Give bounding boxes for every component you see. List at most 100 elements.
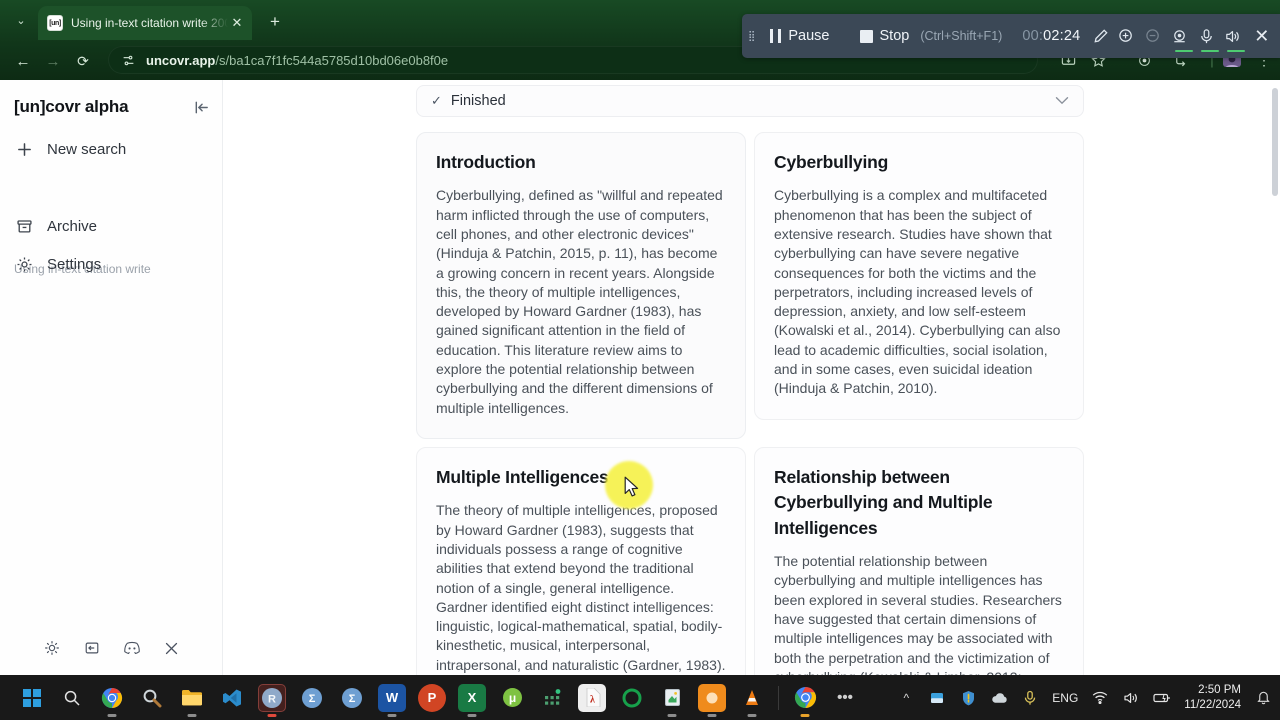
- sidebar-brand-row: [un]covr alpha: [14, 92, 210, 122]
- app-running-dot: [800, 713, 810, 717]
- tab-search-chevron-icon[interactable]: ⌄: [8, 6, 34, 34]
- stop-icon: [859, 29, 873, 43]
- powerpoint-icon[interactable]: P: [418, 683, 446, 712]
- sidebar-item-archive[interactable]: Archive: [14, 212, 97, 240]
- notepad-icon[interactable]: [658, 684, 686, 717]
- sidebar-item-label: Settings: [47, 255, 102, 273]
- onedrive-icon[interactable]: [928, 689, 946, 707]
- r-studio-icon[interactable]: R: [258, 683, 286, 717]
- section-card[interactable]: Cyberbullying Cyberbullying is a complex…: [754, 132, 1084, 420]
- security-icon[interactable]: [959, 689, 977, 707]
- section-card[interactable]: Relationship between Cyberbullying and M…: [754, 446, 1084, 675]
- file-explorer-icon[interactable]: [178, 684, 206, 717]
- chevron-down-icon[interactable]: [1055, 94, 1069, 108]
- app-running-dot: [387, 713, 397, 717]
- start-button[interactable]: [18, 684, 46, 712]
- discord-icon[interactable]: [121, 637, 143, 659]
- recorder-stop-label: Stop: [879, 28, 910, 44]
- card-body: The theory of multiple intelligences, pr…: [436, 502, 726, 673]
- archive-icon: [14, 218, 34, 235]
- plus-icon: [14, 141, 34, 158]
- webcam-icon[interactable]: [1170, 14, 1193, 58]
- webcam-active-underline: [1174, 49, 1193, 52]
- screen-root: ⌄ [un] Using in-text citation write 200 …: [0, 0, 1280, 720]
- app-running-dot: [107, 713, 117, 717]
- taskbar-search-icon[interactable]: [58, 684, 86, 712]
- forward-button[interactable]: →: [40, 48, 66, 74]
- gear-icon: [14, 256, 34, 273]
- recorder-timer: 00:02:24: [1022, 28, 1080, 44]
- windows-logo-icon: [23, 688, 41, 707]
- recorder-timer-hours: 00:: [1022, 28, 1044, 44]
- clock-date: 11/22/2024: [1184, 698, 1241, 711]
- scrollbar-thumb[interactable]: [1272, 88, 1278, 196]
- reload-button[interactable]: ⟳: [70, 48, 96, 74]
- recorder-stop-button[interactable]: Stop (Ctrl+Shift+F1): [852, 14, 1011, 58]
- pen-icon[interactable]: [1090, 14, 1110, 58]
- utorrent-icon[interactable]: μ: [498, 684, 526, 712]
- adobe-reader-icon[interactable]: λ: [578, 683, 606, 712]
- new-tab-button[interactable]: +: [262, 9, 288, 35]
- chrome-icon[interactable]: [98, 684, 126, 717]
- zoom-in-icon[interactable]: [1117, 14, 1137, 58]
- taskbar-clock[interactable]: 2:50 PM 11/22/2024: [1184, 683, 1241, 713]
- logout-icon[interactable]: [81, 637, 103, 659]
- site-settings-icon[interactable]: [120, 52, 136, 68]
- mendeley-icon[interactable]: [618, 684, 646, 712]
- section-card[interactable]: Multiple Intelligences The theory of mul…: [416, 446, 746, 675]
- page-scrollbar[interactable]: [1270, 80, 1280, 675]
- taskbar-overflow-icon[interactable]: •••: [831, 684, 859, 712]
- vlc-icon[interactable]: [738, 684, 766, 717]
- zotero-icon[interactable]: [698, 683, 726, 717]
- tab-close-icon[interactable]: ✕: [228, 15, 246, 31]
- theme-sun-icon[interactable]: [41, 637, 63, 659]
- microphone-icon[interactable]: [1196, 14, 1219, 58]
- app-running-dot: [267, 713, 277, 717]
- card-body: Cyberbullying is a complex and multiface…: [774, 187, 1061, 397]
- sidebar-footer: [0, 631, 223, 665]
- amos-icon[interactable]: Σ: [338, 684, 366, 712]
- zoom-out-icon[interactable]: [1143, 14, 1163, 58]
- x-twitter-icon[interactable]: [161, 637, 183, 659]
- browser-tab[interactable]: [un] Using in-text citation write 200 ✕: [38, 6, 252, 40]
- chrome-active-icon[interactable]: [791, 684, 819, 717]
- address-bar-url: uncovr.app/s/ba1ca7f1fc544a5785d10bd06e0…: [146, 53, 448, 68]
- tab-favicon: [un]: [47, 15, 63, 31]
- status-label: Finished: [450, 93, 506, 109]
- language-indicator[interactable]: ENG: [1052, 691, 1078, 705]
- card-title: Relationship between Cyberbullying and M…: [774, 466, 993, 538]
- speaker-icon[interactable]: [1222, 14, 1246, 58]
- app-running-dot: [707, 713, 717, 717]
- tray-expand-chevron-icon[interactable]: ^: [897, 689, 915, 707]
- generation-status-bar[interactable]: ✓ Finished: [416, 85, 1084, 117]
- recorder-stop-shortcut: (Ctrl+Shift+F1): [920, 29, 1003, 43]
- recorder-close-button[interactable]: ✕: [1252, 14, 1272, 58]
- spss-icon[interactable]: Σ: [298, 684, 326, 712]
- notification-icon[interactable]: [1254, 689, 1272, 707]
- sidebar-item-settings[interactable]: Settings: [14, 250, 101, 278]
- cloud-icon[interactable]: [990, 689, 1008, 707]
- app-logo: [un]covr alpha: [14, 97, 129, 116]
- tab-title: Using in-text citation write 200: [71, 16, 228, 30]
- url-path: /s/ba1ca7f1fc544a5785d10bd06e0b8f0e: [215, 52, 449, 68]
- collapse-sidebar-icon[interactable]: [193, 99, 210, 116]
- wifi-icon[interactable]: [1091, 689, 1109, 707]
- sidebar-item-new-search[interactable]: New search: [14, 135, 126, 163]
- content-scroll-area: ✓ Finished Introduction Cyberbullying, d…: [223, 80, 1258, 675]
- windows-taskbar: R Σ Σ W P X μ λ ••• ^ ENG 2:50 PM 11/22/…: [0, 675, 1280, 720]
- svg-text:λ: λ: [590, 695, 595, 706]
- microphone-icon[interactable]: [1021, 689, 1039, 707]
- recorder-drag-handle[interactable]: ⣿: [742, 31, 762, 41]
- system-tray: ^ ENG 2:50 PM 11/22/2024: [897, 683, 1272, 713]
- volume-icon[interactable]: [1122, 689, 1140, 707]
- back-button[interactable]: ←: [10, 48, 36, 74]
- apps-grid-icon[interactable]: [538, 684, 566, 712]
- word-icon[interactable]: W: [378, 683, 406, 717]
- battery-icon[interactable]: [1153, 689, 1171, 707]
- magnifier-icon[interactable]: [138, 684, 166, 712]
- vscode-icon[interactable]: [218, 684, 246, 712]
- excel-icon[interactable]: X: [458, 683, 486, 717]
- section-card[interactable]: Introduction Cyberbullying, defined as "…: [416, 132, 746, 439]
- sidebar-item-label: New search: [47, 140, 127, 158]
- recorder-pause-button[interactable]: Pause: [762, 14, 837, 58]
